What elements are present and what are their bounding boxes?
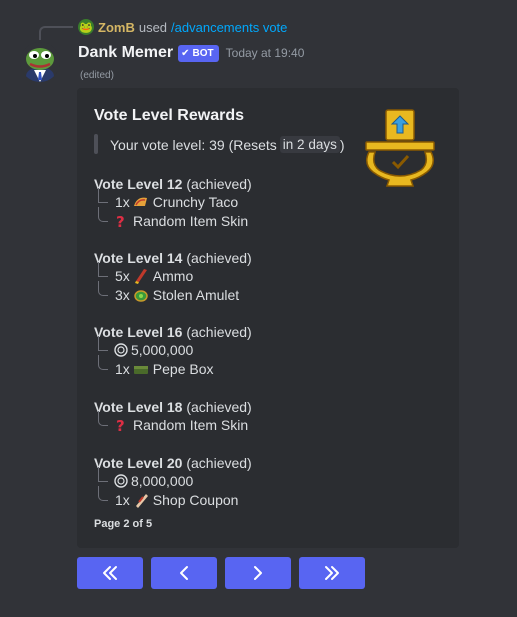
chevron-right-icon xyxy=(254,566,262,580)
reward-label: 5,000,000 xyxy=(131,342,194,359)
level-heading: Vote Level 12 (achieved) xyxy=(94,175,252,193)
reward-qty: 1x xyxy=(115,360,130,377)
reward-qty: 1x xyxy=(115,194,130,211)
timestamp[interactable]: Today at 19:40 xyxy=(226,46,305,60)
vote-level-16: Vote Level 16 (achieved) 5,000,000 1x Pe… xyxy=(94,323,252,378)
message-header: Dank Memer ✔ BOT Today at 19:40 xyxy=(78,43,304,63)
reward-item: 1x Crunchy Taco xyxy=(94,188,252,212)
double-chevron-left-icon xyxy=(103,566,117,580)
reply-avatar[interactable]: 🐸 xyxy=(78,19,94,35)
bot-tag-label: BOT xyxy=(192,47,214,59)
vote-level-12: Vote Level 12 (achieved) 1x Crunchy Taco… xyxy=(94,175,252,230)
coupon-icon xyxy=(135,493,148,508)
tree-branch xyxy=(98,411,108,426)
vote-level-14: Vote Level 14 (achieved) 5x Ammo 3x Stol… xyxy=(94,249,252,304)
reward-qty: 1x xyxy=(115,491,130,508)
vote-level-20: Vote Level 20 (achieved) 8,000,000 1x Sh… xyxy=(94,454,252,509)
reward-item: 5x Ammo xyxy=(94,262,252,286)
embed-card: Vote Level Rewards Your vote level: 39 (… xyxy=(77,88,459,548)
reward-qty: 5x xyxy=(115,268,130,285)
amulet-icon xyxy=(134,290,148,302)
reward-label: Random Item Skin xyxy=(133,212,249,229)
coin-icon xyxy=(114,343,128,357)
level-status: (achieved) xyxy=(186,250,252,266)
taco-icon xyxy=(133,197,147,207)
level-heading: Vote Level 16 (achieved) xyxy=(94,323,252,341)
resets-in-code: in 2 days xyxy=(279,136,340,153)
avatar[interactable] xyxy=(20,42,60,82)
vote-level-18: Vote Level 18 (achieved) ? Random Item S… xyxy=(94,398,252,435)
level-heading: Vote Level 20 (achieved) xyxy=(94,454,252,472)
level-status: (achieved) xyxy=(186,399,252,415)
username[interactable]: Dank Memer xyxy=(78,44,173,62)
reward-label: Shop Coupon xyxy=(152,491,239,508)
tree-branch xyxy=(98,336,108,351)
reward-label: Ammo xyxy=(152,268,194,285)
question-mark-icon: ? xyxy=(116,213,125,229)
level-status: (achieved) xyxy=(186,455,252,471)
edited-label: (edited) xyxy=(80,70,114,81)
tree-branch xyxy=(98,467,108,482)
reply-connector xyxy=(39,26,73,40)
coin-icon xyxy=(114,474,128,488)
tree-branch xyxy=(98,485,108,501)
vote-level-text: Your vote level: 39 (Resets in 2 days ) xyxy=(110,136,345,153)
reward-label: Stolen Amulet xyxy=(152,286,240,303)
level-status: (achieved) xyxy=(186,176,252,192)
level-status: (achieved) xyxy=(186,324,252,340)
tree-branch xyxy=(98,262,108,277)
reward-label: 8,000,000 xyxy=(131,473,194,490)
svg-text:?: ? xyxy=(116,213,125,229)
tree-branch xyxy=(98,354,108,370)
reward-item: 5,000,000 xyxy=(94,336,252,360)
reply-command[interactable]: /advancements vote xyxy=(171,20,287,35)
tree-branch xyxy=(98,206,108,222)
tree-branch xyxy=(98,280,108,296)
reward-label: Pepe Box xyxy=(152,360,214,377)
level-heading: Vote Level 18 (achieved) xyxy=(94,398,252,416)
box-icon xyxy=(133,365,148,374)
embed-footer: Page 2 of 5 xyxy=(94,518,153,530)
reward-qty: 3x xyxy=(115,286,130,303)
reward-item: 1x Pepe Box xyxy=(94,354,252,379)
verified-check-icon: ✔ xyxy=(181,47,190,59)
quote-bar xyxy=(94,134,98,154)
reward-item: 8,000,000 xyxy=(94,467,252,491)
previous-page-button[interactable] xyxy=(151,557,217,589)
level-heading: Vote Level 14 (achieved) xyxy=(94,249,252,267)
reward-item: 1x Shop Coupon xyxy=(94,485,252,510)
next-page-button[interactable] xyxy=(225,557,291,589)
ammo-icon xyxy=(134,269,147,285)
reward-label: Random Item Skin xyxy=(133,417,249,434)
reward-item: ? Random Item Skin xyxy=(94,206,252,231)
reward-item: ? Random Item Skin xyxy=(94,411,252,435)
embed-title: Vote Level Rewards xyxy=(94,107,244,124)
trophy-thumbnail-icon[interactable] xyxy=(359,106,441,188)
svg-text:?: ? xyxy=(116,417,125,433)
bot-tag: ✔ BOT xyxy=(178,44,219,62)
first-page-button[interactable] xyxy=(77,557,143,589)
reply-used-text: used xyxy=(138,19,168,35)
reply-username[interactable]: ZomB xyxy=(98,20,135,35)
tree-branch xyxy=(98,188,108,203)
pagination-buttons xyxy=(77,557,365,589)
last-page-button[interactable] xyxy=(299,557,365,589)
close-paren: ) xyxy=(339,136,345,153)
reward-label: Crunchy Taco xyxy=(152,194,239,211)
vote-level-label: Your vote level: 39 (Resets xyxy=(110,136,277,153)
reward-item: 3x Stolen Amulet xyxy=(94,280,252,305)
reply-header[interactable]: 🐸 ZomB used /advancements vote xyxy=(78,19,287,35)
double-chevron-right-icon xyxy=(325,566,339,580)
chevron-left-icon xyxy=(180,566,188,580)
question-mark-icon: ? xyxy=(116,417,125,433)
